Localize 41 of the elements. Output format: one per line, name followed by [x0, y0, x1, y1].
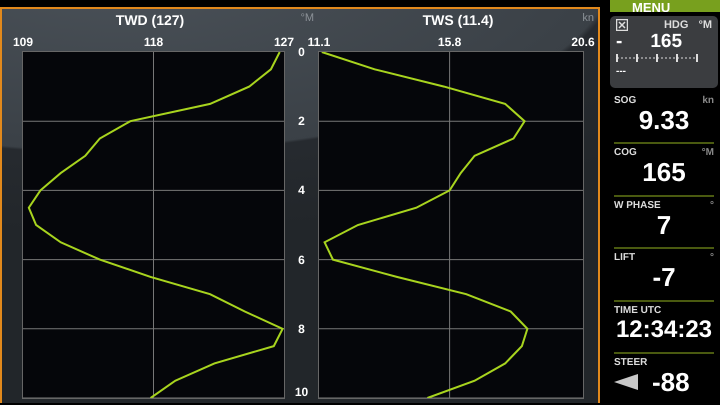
data-value: -7 [652, 263, 676, 292]
data-label: STEER [614, 357, 648, 368]
axis-label: 4 [298, 183, 305, 198]
menu-button[interactable]: MENU [610, 0, 720, 12]
data-label: COG [614, 147, 637, 158]
axis-label: 2 [298, 114, 305, 128]
unit-label: °M [698, 18, 712, 31]
unit-label: kn [702, 94, 714, 106]
steer-arrow-icon [614, 374, 638, 390]
data-label: W PHASE [614, 200, 661, 211]
unit-label: kn [582, 12, 594, 24]
unit-label: °M [702, 147, 714, 158]
data-label: TIME UTC [614, 304, 662, 316]
tick-label: 11.1 [308, 35, 330, 49]
unit-label: °M [300, 12, 314, 24]
tick-label: 15.8 [438, 35, 462, 49]
tick-label: 20.6 [571, 35, 595, 49]
footer-text: --- [616, 66, 627, 77]
tick-label: 127 [274, 35, 294, 49]
close-icon[interactable] [616, 18, 628, 31]
tick-label: 118 [144, 35, 164, 49]
data-value: 9.33 [638, 106, 690, 134]
data-value: 12:34:23 [616, 316, 712, 344]
sign-text: - [616, 30, 622, 53]
unit-label: ° [710, 200, 714, 211]
axis-label: 8 [298, 322, 305, 336]
unit-label: ° [710, 252, 714, 264]
heading-label: HDG [664, 18, 688, 31]
data-label: SOG [614, 94, 636, 106]
axis-label: 10 [294, 385, 308, 399]
data-label: LIFT [614, 252, 636, 264]
chart-title: TWS (11.4) [422, 12, 494, 28]
axis-label: 6 [298, 252, 305, 267]
data-value: 7 [656, 210, 672, 239]
axis-label: 0 [298, 45, 305, 59]
heading-value: 165 [650, 30, 682, 53]
tick-label: 109 [12, 35, 34, 49]
heading-scale-icon [616, 52, 698, 63]
data-value: -88 [652, 368, 690, 396]
data-value: 165 [642, 158, 686, 186]
chart-title: TWD (127) [116, 12, 184, 28]
